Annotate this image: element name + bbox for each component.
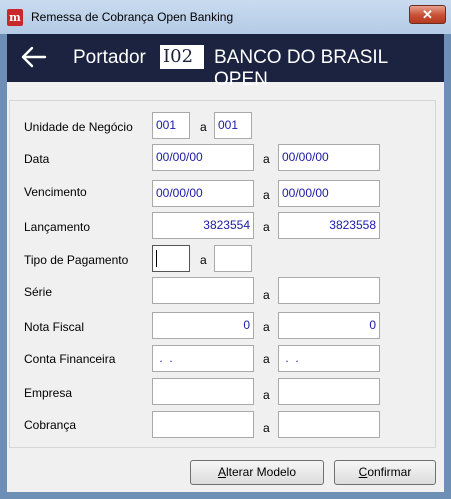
range-separator: a	[263, 188, 270, 202]
confirmar-label: onfirmar	[367, 465, 412, 479]
range-separator: a	[263, 220, 270, 234]
cobranca-from-input[interactable]	[152, 411, 254, 438]
alterar-label: lterar Modelo	[225, 465, 297, 479]
range-separator: a	[263, 421, 270, 435]
nota-fiscal-from-input[interactable]: 0	[152, 312, 254, 339]
conta-financeira-from-input[interactable]: . .	[152, 345, 254, 372]
filter-panel: Unidade de Negócio 001 a 001 Data 00/00/…	[9, 100, 436, 448]
vencimento-label: Vencimento	[24, 185, 87, 199]
data-from-input[interactable]: 00/00/00	[152, 144, 254, 171]
serie-label: Série	[24, 285, 53, 299]
text-caret	[156, 250, 157, 267]
empresa-from-input[interactable]	[152, 378, 254, 405]
vencimento-to-input[interactable]: 00/00/00	[278, 180, 380, 207]
app-window: m Remessa de Cobrança Open Banking ✕ Por…	[0, 0, 451, 499]
serie-to-input[interactable]	[278, 277, 380, 304]
unidade-negocio-to-input[interactable]: 001	[214, 112, 252, 139]
tipo-pagamento-label: Tipo de Pagamento	[24, 253, 129, 267]
range-separator: a	[200, 253, 207, 267]
cobranca-label: Cobrança	[24, 418, 77, 432]
close-button[interactable]: ✕	[409, 5, 446, 24]
empresa-label: Empresa	[24, 386, 73, 400]
range-separator: a	[263, 388, 270, 402]
alterar-mnemonic: A	[217, 465, 226, 479]
serie-from-input[interactable]	[152, 277, 254, 304]
conta-financeira-label: Conta Financeira	[24, 352, 116, 366]
range-separator: a	[263, 352, 270, 366]
window-title: Remessa de Cobrança Open Banking	[31, 10, 234, 24]
data-label: Data	[24, 152, 50, 166]
lancamento-from-input[interactable]: 3823554	[152, 212, 254, 239]
vencimento-from-input[interactable]: 00/00/00	[152, 180, 254, 207]
tipo-pagamento-to-input[interactable]	[214, 245, 252, 272]
confirmar-button[interactable]: Confirmar	[334, 460, 436, 485]
range-separator: a	[200, 120, 207, 134]
data-to-input[interactable]: 00/00/00	[278, 144, 380, 171]
unidade-negocio-label: Unidade de Negócio	[24, 120, 133, 134]
app-logo-icon: m	[7, 9, 23, 26]
empresa-to-input[interactable]	[278, 378, 380, 405]
dialog-body: Portador I02 BANCO DO BRASIL OPEN Unidad…	[7, 34, 444, 492]
lancamento-to-input[interactable]: 3823558	[278, 212, 380, 239]
portador-code-field[interactable]: I02	[160, 45, 204, 69]
title-bar[interactable]: m Remessa de Cobrança Open Banking ✕	[0, 0, 451, 34]
conta-financeira-to-input[interactable]: . .	[278, 345, 380, 372]
range-separator: a	[263, 288, 270, 302]
alterar-modelo-button[interactable]: Alterar Modelo	[190, 460, 324, 485]
range-separator: a	[263, 320, 270, 334]
lancamento-label: Lançamento	[24, 220, 91, 234]
portador-bank-name: BANCO DO BRASIL OPEN	[214, 47, 388, 90]
portador-label: Portador	[73, 47, 146, 68]
back-arrow-icon[interactable]	[21, 46, 47, 68]
range-separator: a	[263, 152, 270, 166]
nota-fiscal-label: Nota Fiscal	[24, 320, 85, 334]
tipo-pagamento-from-input[interactable]	[152, 245, 190, 272]
portador-header: Portador I02 BANCO DO BRASIL OPEN	[7, 34, 444, 90]
cobranca-to-input[interactable]	[278, 411, 380, 438]
nota-fiscal-to-input[interactable]: 0	[278, 312, 380, 339]
unidade-negocio-from-input[interactable]: 001	[152, 112, 190, 139]
